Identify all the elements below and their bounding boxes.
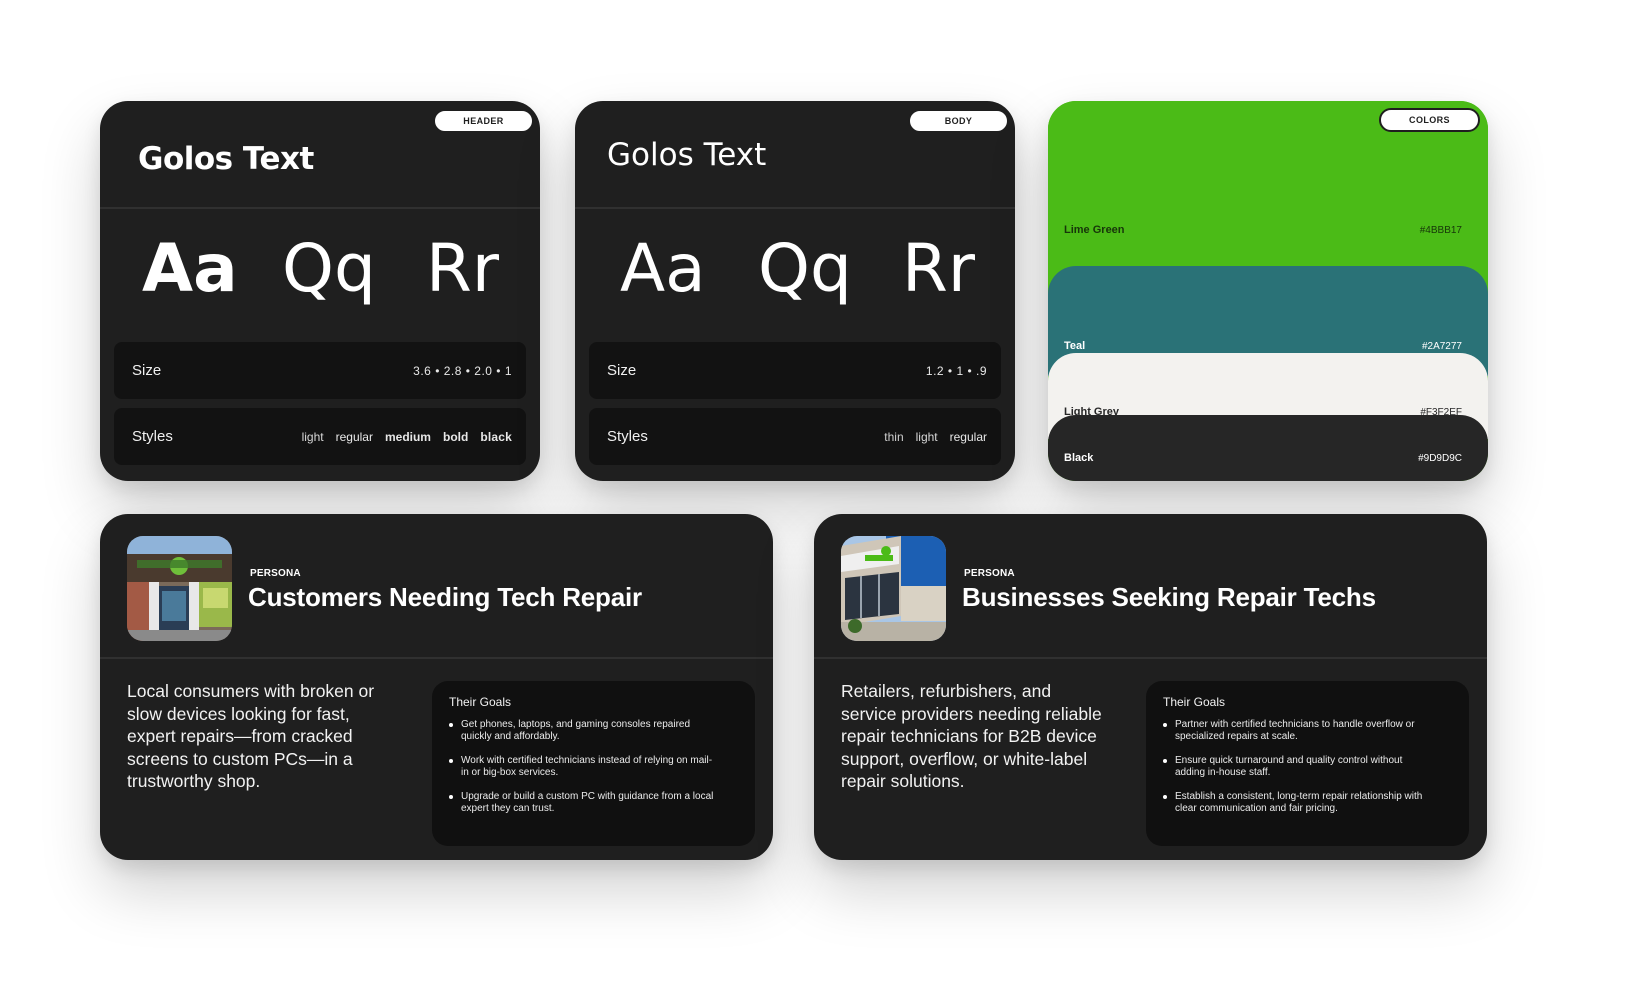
glyph-qq: Qq xyxy=(282,230,376,307)
persona-description: Local consumers with broken or slow devi… xyxy=(127,681,375,791)
persona-title: Customers Needing Tech Repair xyxy=(248,582,642,612)
persona-card-businesses: PERSONA Businesses Seeking Repair Techs … xyxy=(814,514,1487,860)
swatch-hex: #4BBB17 xyxy=(1419,225,1462,236)
size-label: Size xyxy=(132,362,162,379)
storefront-photo xyxy=(841,536,946,641)
swatch-name: Teal xyxy=(1064,340,1086,352)
goal-item: Work with certified technicians instead … xyxy=(449,755,719,779)
goal-item: Upgrade or build a custom PC with guidan… xyxy=(449,791,719,815)
styles-row: Styles light regular medium bold black xyxy=(114,408,526,465)
swatch-black: Black #9D9D9C xyxy=(1048,415,1488,481)
style-black: black xyxy=(480,429,512,444)
glyph-qq: Qq xyxy=(758,230,852,307)
styles-row: Styles thin light regular xyxy=(589,408,1001,465)
glyph-rr: Rr xyxy=(902,230,975,307)
style-bold: bold xyxy=(442,429,469,444)
size-row: Size 1.2 • 1 • .9 xyxy=(589,342,1001,399)
glyph-specimen: Aa Qq Rr xyxy=(100,236,540,316)
divider xyxy=(814,657,1487,659)
style-thin: thin xyxy=(884,429,904,444)
goals-panel: Their Goals Partner with certified techn… xyxy=(1146,681,1469,846)
header-pill: HEADER xyxy=(433,109,534,133)
divider xyxy=(100,207,540,209)
size-label: Size xyxy=(607,362,637,379)
persona-card-customers: PERSONA Customers Needing Tech Repair Lo… xyxy=(100,514,773,860)
persona-description: Retailers, refurbishers, and service pro… xyxy=(841,681,1102,791)
swatch-name: Black xyxy=(1064,452,1094,464)
color-palette-card: Lime Green #4BBB17 Teal #2A7277 Light Gr… xyxy=(1048,101,1488,481)
goal-item: Establish a consistent, long-term repair… xyxy=(1163,791,1433,815)
swatch-name: Lime Green xyxy=(1064,224,1125,236)
style-light: light xyxy=(915,429,938,444)
divider xyxy=(100,657,773,659)
header-typography-card: HEADER Golos Text Aa Qq Rr Size 3.6 • 2.… xyxy=(100,101,540,481)
style-light: light xyxy=(301,429,324,444)
body-typography-card: BODY Golos Text Aa Qq Rr Size 1.2 • 1 • … xyxy=(575,101,1015,481)
colors-pill: COLORS xyxy=(1379,108,1480,132)
size-row: Size 3.6 • 2.8 • 2.0 • 1 xyxy=(114,342,526,399)
goals-title: Their Goals xyxy=(1163,695,1226,709)
glyph-specimen: Aa Qq Rr xyxy=(575,236,1015,316)
goals-list: Get phones, laptops, and gaming consoles… xyxy=(449,719,739,815)
style-list: thin light regular xyxy=(884,430,987,444)
storefront-photo-icon xyxy=(841,536,946,641)
divider xyxy=(575,207,1015,209)
persona-kicker: PERSONA xyxy=(250,568,301,579)
storefront-photo-icon xyxy=(127,536,232,641)
goal-item: Partner with certified technicians to ha… xyxy=(1163,719,1433,743)
swatch-hex: #9D9D9C xyxy=(1418,453,1462,464)
goal-item: Ensure quick turnaround and quality cont… xyxy=(1163,755,1433,779)
size-values: 1.2 • 1 • .9 xyxy=(925,363,987,378)
persona-kicker: PERSONA xyxy=(964,568,1015,579)
goals-panel: Their Goals Get phones, laptops, and gam… xyxy=(432,681,755,846)
storefront-photo xyxy=(127,536,232,641)
body-pill: BODY xyxy=(908,109,1009,133)
style-regular: regular xyxy=(335,429,373,444)
glyph-aa: Aa xyxy=(142,230,238,307)
style-medium: medium xyxy=(384,429,431,444)
body-font-name: Golos Text xyxy=(607,137,767,173)
goal-item: Get phones, laptops, and gaming consoles… xyxy=(449,719,719,743)
persona-title: Businesses Seeking Repair Techs xyxy=(962,582,1376,612)
styles-label: Styles xyxy=(607,428,648,445)
size-values: 3.6 • 2.8 • 2.0 • 1 xyxy=(413,363,512,378)
glyph-rr: Rr xyxy=(426,230,499,307)
style-regular: regular xyxy=(949,429,987,444)
swatch-hex: #2A7277 xyxy=(1421,341,1462,352)
style-list: light regular medium bold black xyxy=(302,430,512,444)
styles-label: Styles xyxy=(132,428,173,445)
header-font-name: Golos Text xyxy=(138,141,314,177)
glyph-aa: Aa xyxy=(620,230,706,307)
goals-list: Partner with certified technicians to ha… xyxy=(1163,719,1453,815)
goals-title: Their Goals xyxy=(449,695,512,709)
